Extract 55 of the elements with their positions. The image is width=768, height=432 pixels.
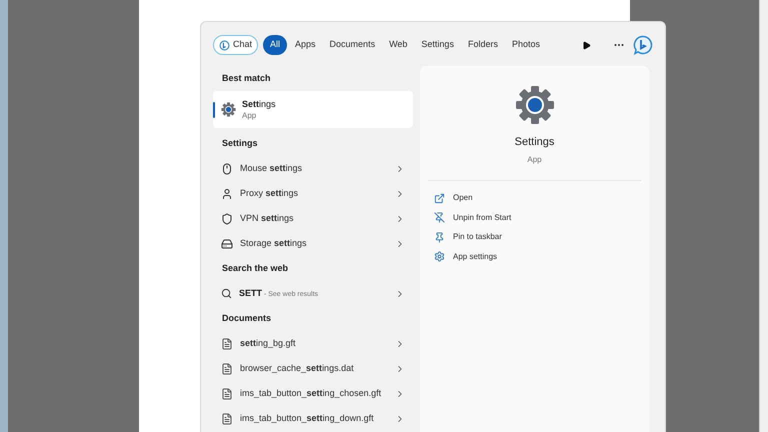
section-heading: Documents — [222, 312, 272, 325]
section-heading: Settings — [222, 136, 258, 150]
file-icon — [221, 338, 233, 350]
file-icon — [221, 388, 233, 400]
filter-tab[interactable]: Apps — [289, 35, 322, 55]
filter-tab[interactable]: All — [263, 35, 288, 55]
document-result[interactable]: browser_cache_settings.dat — [213, 356, 413, 381]
settings-result[interactable]: VPN settings — [213, 206, 413, 231]
filter-tab[interactable]: Folders — [462, 35, 504, 55]
search-icon — [221, 288, 232, 299]
settings-result[interactable]: Mouse settings — [213, 156, 413, 181]
settings-result[interactable]: Proxy settings — [213, 181, 413, 206]
section-heading: Search the web — [222, 262, 288, 275]
file-name: browser_cache_settings.dat — [240, 362, 355, 375]
play-icon[interactable] — [582, 40, 591, 50]
result-label: Proxy settings — [240, 186, 300, 200]
action-item[interactable]: Unpin from Start — [434, 208, 635, 228]
filter-tab[interactable]: Documents — [324, 35, 382, 55]
person-icon — [221, 188, 233, 200]
drive-icon — [221, 238, 233, 250]
file-icon — [221, 362, 233, 374]
result-label: VPN settings — [240, 212, 295, 225]
action-item[interactable]: Pin to taskbar — [434, 228, 635, 247]
settings-icon — [434, 251, 445, 262]
filter-tab[interactable]: Settings — [415, 35, 460, 55]
preview-subtitle: App — [527, 154, 542, 166]
result-label: Storage settings — [240, 236, 308, 250]
document-result[interactable]: ims_tab_button_setting_down.gft — [213, 406, 413, 431]
filter-tab[interactable]: Web — [383, 35, 414, 55]
preview-title: Settings — [514, 135, 554, 150]
shield-icon — [221, 212, 233, 224]
unpin-icon — [434, 212, 445, 224]
mouse-icon — [221, 162, 233, 174]
pin-icon — [434, 232, 445, 243]
settings-result[interactable]: Storage settings — [213, 231, 413, 256]
document-result[interactable]: setting_bg.gft — [213, 331, 413, 356]
filter-tab[interactable]: Photos — [506, 35, 546, 55]
gear-icon — [221, 102, 236, 117]
result-label: Mouse settings — [240, 162, 304, 175]
bing-chat-icon[interactable] — [633, 35, 653, 55]
section-heading: Best match — [222, 72, 271, 85]
search-query: SETT — [239, 286, 262, 300]
document-result[interactable]: ims_tab_button_setting_chosen.gft — [213, 381, 413, 406]
file-icon — [221, 412, 233, 424]
file-name: setting_bg.gft — [240, 336, 297, 350]
action-item[interactable]: App settings — [434, 247, 635, 266]
file-name: ims_tab_button_setting_chosen.gft — [240, 386, 382, 400]
best-match-item[interactable]: Settings App — [213, 91, 413, 128]
action-item[interactable]: Open — [434, 188, 635, 208]
item-title: Settings — [242, 98, 276, 110]
external-link-icon — [434, 192, 445, 204]
gear-icon — [514, 85, 554, 125]
item-subtitle: App — [242, 110, 258, 120]
file-name: ims_tab_button_setting_down.gft — [240, 412, 375, 425]
chat-button[interactable]: Chat — [213, 35, 258, 55]
